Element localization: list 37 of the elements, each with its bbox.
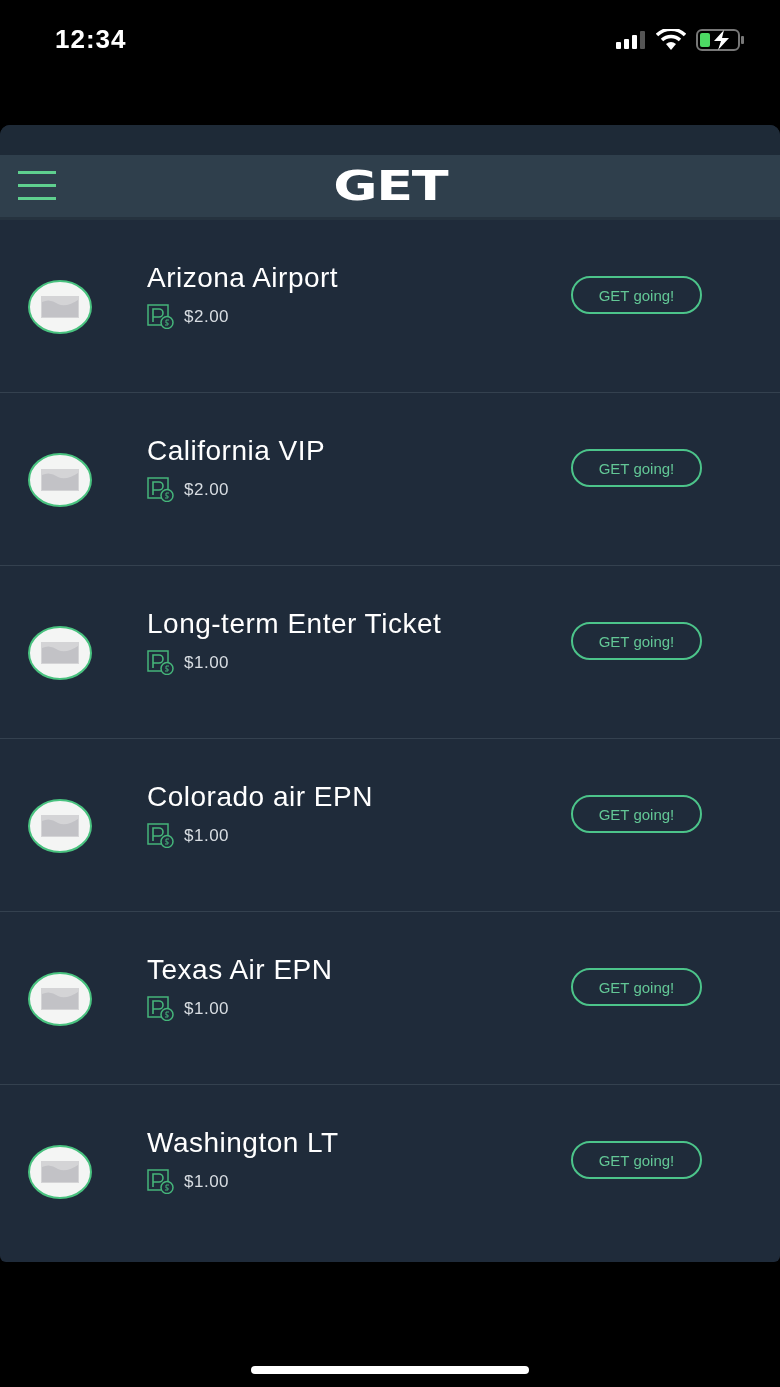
get-going-button[interactable]: GET going! <box>571 622 702 660</box>
app-logo: GET <box>333 163 447 209</box>
status-time: 12:34 <box>55 24 127 55</box>
parking-price-icon <box>147 477 174 502</box>
item-price: $2.00 <box>184 479 230 500</box>
item-price: $1.00 <box>184 998 230 1019</box>
item-title: Long-term Enter Ticket <box>147 607 443 641</box>
item-price: $1.00 <box>184 825 230 846</box>
item-price: $2.00 <box>184 306 230 327</box>
menu-icon <box>18 170 58 202</box>
get-going-button[interactable]: GET going! <box>571 449 702 487</box>
get-going-button[interactable]: GET going! <box>571 276 702 314</box>
image-placeholder-icon <box>28 453 92 507</box>
menu-button[interactable] <box>18 170 58 202</box>
parking-price-icon <box>147 823 174 848</box>
parking-price-icon <box>147 996 174 1021</box>
item-title: Colorado air EPN <box>147 780 374 814</box>
get-going-button[interactable]: GET going! <box>571 1141 702 1179</box>
get-going-button[interactable]: GET going! <box>571 795 702 833</box>
image-placeholder-icon <box>28 280 92 334</box>
item-title: Texas Air EPN <box>147 953 334 987</box>
parking-price-icon <box>147 650 174 675</box>
item-price: $1.00 <box>184 1171 230 1192</box>
battery-icon <box>696 28 746 52</box>
image-placeholder-icon <box>28 972 92 1026</box>
item-title: Washington LT <box>147 1126 340 1160</box>
item-title: Arizona Airport <box>147 261 340 295</box>
image-placeholder-icon <box>28 799 92 853</box>
get-going-button[interactable]: GET going! <box>571 968 702 1006</box>
parking-price-icon <box>147 1169 174 1194</box>
image-placeholder-icon <box>28 626 92 680</box>
item-title: California VIP <box>147 434 327 468</box>
item-price: $1.00 <box>184 652 230 673</box>
parking-price-icon <box>147 304 174 329</box>
signal-icon <box>616 31 646 49</box>
wifi-icon <box>656 29 686 51</box>
image-placeholder-icon <box>28 1145 92 1199</box>
